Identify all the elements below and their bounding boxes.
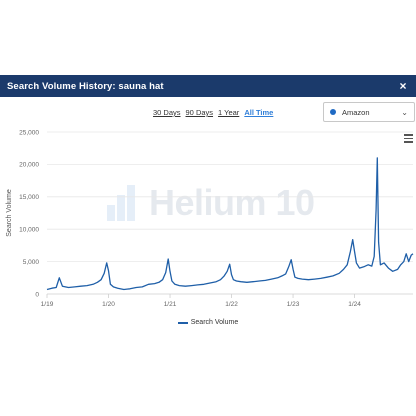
chart-legend[interactable]: Search Volume (0, 319, 416, 326)
y-tick-label: 25,000 (19, 129, 39, 136)
range-90-days[interactable]: 90 Days (186, 108, 214, 120)
y-tick-label: 15,000 (19, 194, 39, 201)
x-tick-label: 1/21 (164, 301, 177, 308)
x-tick-label: 1/23 (287, 301, 300, 308)
y-tick-label: 5,000 (23, 259, 40, 266)
marketplace-dot-icon (330, 109, 336, 115)
chart-series (46, 157, 414, 291)
y-tick-label: 10,000 (19, 227, 39, 234)
y-tick-label: 20,000 (19, 162, 39, 169)
x-axis: 1/19 1/20 1/21 1/22 1/23 1/24 (41, 294, 361, 308)
legend-series-swatch (177, 321, 188, 324)
x-tick-label: 1/20 (102, 301, 115, 308)
marketplace-select[interactable]: Amazon ⌄ (323, 102, 415, 122)
x-tick-label: 1/22 (225, 301, 238, 308)
legend-series-label: Search Volume (190, 319, 239, 326)
x-tick-label: 1/24 (348, 301, 361, 308)
range-all-time[interactable]: All Time (244, 108, 273, 120)
y-axis-title: Search Volume (6, 189, 13, 237)
chevron-down-icon: ⌄ (401, 107, 408, 117)
close-button[interactable]: × (396, 79, 410, 93)
range-selector: 30 Days 90 Days 1 Year All Time (153, 108, 273, 120)
series-line (46, 157, 414, 291)
range-1-year[interactable]: 1 Year (218, 108, 239, 120)
x-tick-label: 1/19 (41, 301, 54, 308)
dialog-header: Search Volume History: sauna hat × (0, 75, 416, 97)
range-30-days[interactable]: 30 Days (153, 108, 181, 120)
y-axis: 0 5,000 10,000 15,000 20,000 25,000 (19, 129, 39, 298)
y-tick-label: 0 (35, 291, 39, 298)
marketplace-selected-label: Amazon (342, 107, 370, 117)
search-volume-chart: 05,00010,00015,00020,00025,000 1/19 1/20 1… (6, 129, 414, 308)
dialog-title: Search Volume History: sauna hat (7, 80, 164, 92)
